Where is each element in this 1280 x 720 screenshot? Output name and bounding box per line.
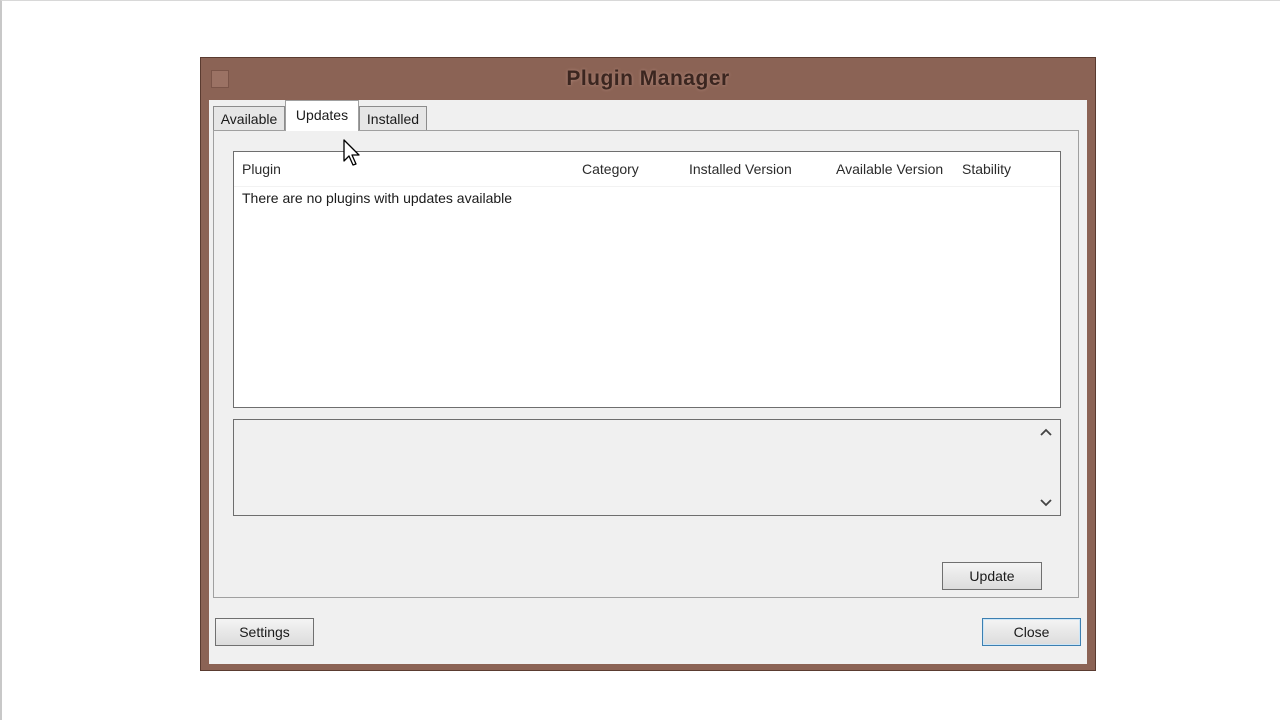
- plugin-list[interactable]: Plugin Category Installed Version Availa…: [233, 151, 1061, 408]
- updates-tab-panel: Plugin Category Installed Version Availa…: [213, 130, 1079, 598]
- column-header-category[interactable]: Category: [582, 161, 639, 177]
- plugin-description-box[interactable]: [233, 419, 1061, 516]
- column-header-installed-version[interactable]: Installed Version: [689, 161, 792, 177]
- column-header-available-version[interactable]: Available Version: [836, 161, 943, 177]
- dialog-client-area: Available Updates Installed Plugin Categ…: [209, 100, 1087, 664]
- app-icon: [211, 70, 229, 88]
- desktop: Plugin Manager Available Updates Install…: [0, 0, 1280, 720]
- window-title: Plugin Manager: [566, 67, 730, 90]
- column-header-plugin[interactable]: Plugin: [242, 161, 281, 177]
- chevron-down-icon[interactable]: [1038, 495, 1054, 511]
- update-button[interactable]: Update: [942, 562, 1042, 590]
- column-header-stability[interactable]: Stability: [962, 161, 1011, 177]
- tab-installed[interactable]: Installed: [359, 106, 427, 130]
- tab-available[interactable]: Available: [213, 106, 285, 130]
- close-button[interactable]: Close: [982, 618, 1081, 646]
- tab-updates[interactable]: Updates: [285, 100, 359, 131]
- empty-list-message: There are no plugins with updates availa…: [242, 190, 513, 206]
- settings-button[interactable]: Settings: [215, 618, 314, 646]
- mouse-pointer-icon: [343, 139, 363, 167]
- chevron-up-icon[interactable]: [1038, 424, 1054, 440]
- plugin-manager-window: Plugin Manager Available Updates Install…: [200, 57, 1096, 671]
- title-bar[interactable]: Plugin Manager: [201, 58, 1095, 100]
